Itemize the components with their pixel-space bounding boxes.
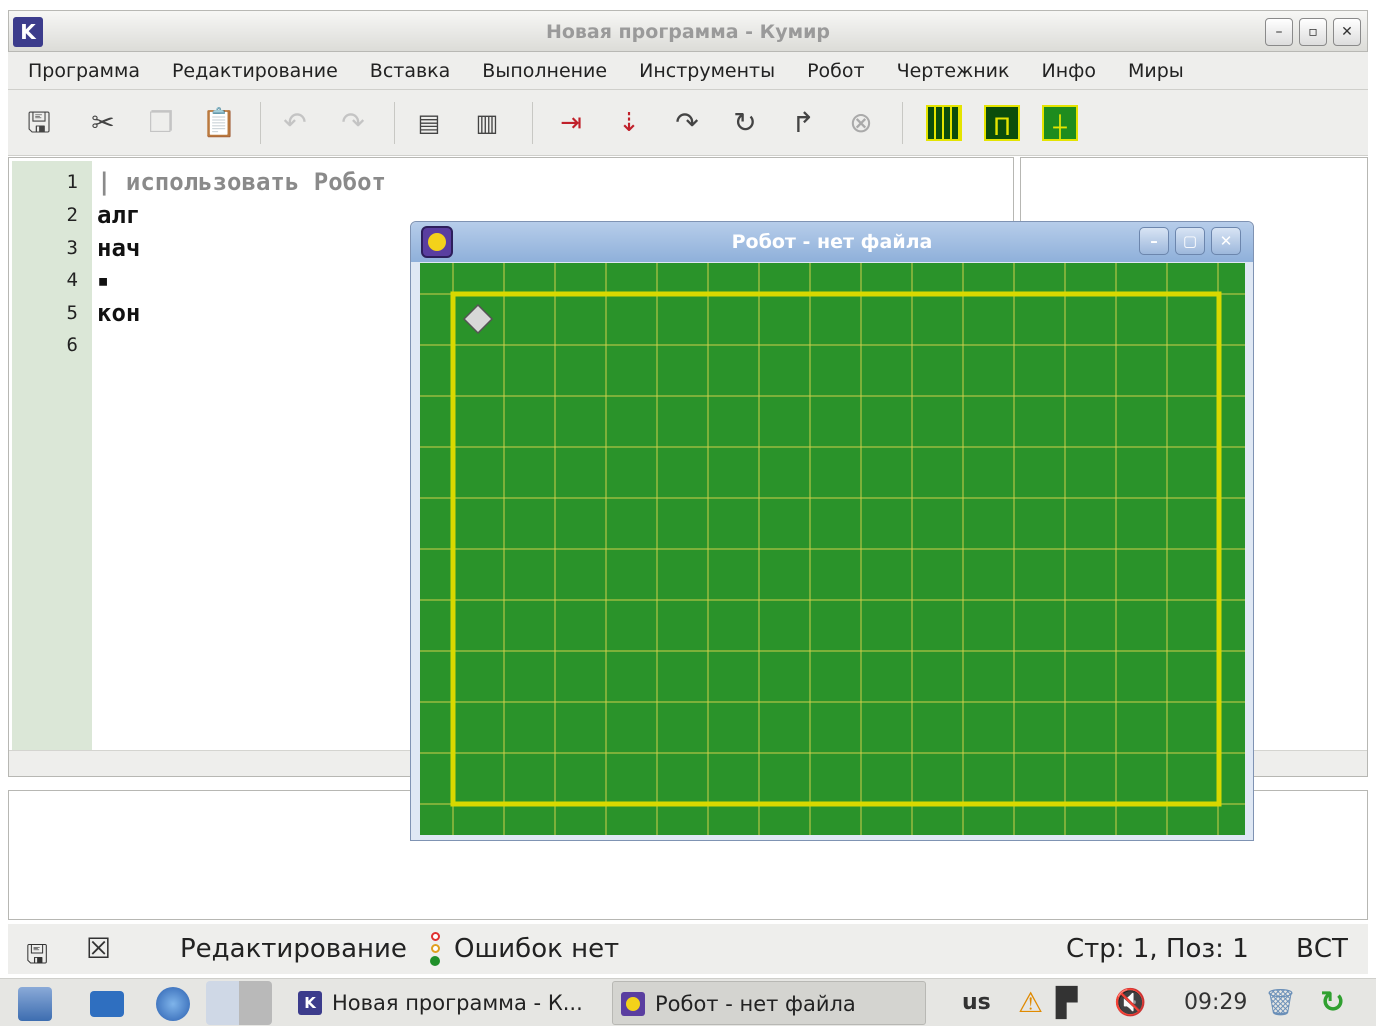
code-line[interactable]: ▪ (97, 268, 109, 292)
step-icon[interactable]: ⇣ (610, 104, 648, 142)
line-number: 2 (66, 204, 78, 226)
robot-close-button[interactable]: ✕ (1211, 227, 1241, 255)
line-number: 3 (66, 237, 78, 259)
task-kumir[interactable]: K Новая программа - К... (290, 981, 608, 1025)
uncomment-icon[interactable]: ▥ (468, 104, 506, 142)
stop-icon[interactable]: ⊗ (842, 104, 880, 142)
workspace-switcher[interactable] (206, 981, 272, 1025)
close-tab-icon[interactable]: ☒ (86, 932, 111, 965)
traffic-light-icon (428, 930, 442, 970)
save-icon[interactable]: 🖫 (20, 104, 58, 142)
undo-icon[interactable]: ↶ (276, 104, 314, 142)
status-insert-mode: ВСТ (1296, 934, 1348, 964)
draw-field-icon[interactable]: ┼ (1042, 105, 1078, 141)
status-bar: 🖫 ☒ Редактирование Ошибок нет Стр: 1, По… (8, 924, 1368, 974)
robot-field[interactable] (420, 263, 1245, 835)
volume-muted-icon[interactable]: 🔇 (1114, 983, 1146, 1023)
line-number: 6 (66, 334, 78, 356)
warning-icon[interactable]: ⚠ (1018, 983, 1043, 1023)
toolbar: 🖫 ✂ ❐ 📋 ↶ ↷ ▤ ▥ ⇥ ⇣ ↷ ↻ ↱ ⊗ Π ┼ (8, 90, 1368, 156)
line-number: 5 (66, 302, 78, 324)
step-out-icon[interactable]: ↱ (784, 104, 822, 142)
window-title: Новая программа - Кумир (545, 21, 831, 43)
robot-task-icon (621, 992, 645, 1016)
menu-tools[interactable]: Инструменты (623, 52, 791, 90)
trash-icon[interactable]: 🗑 (1264, 983, 1297, 1023)
step-over-icon[interactable]: ↻ (726, 104, 764, 142)
menu-insert[interactable]: Вставка (354, 52, 467, 90)
close-button[interactable]: ✕ (1333, 18, 1361, 46)
start-menu-icon[interactable] (18, 987, 52, 1021)
clock[interactable]: 09:29 (1184, 983, 1247, 1023)
keyboard-layout[interactable]: us (962, 983, 991, 1023)
save-status-icon[interactable]: 🖫 (26, 936, 48, 980)
menu-program[interactable]: Программа (8, 52, 156, 90)
code-line[interactable]: алг (97, 201, 140, 229)
robot-titlebar[interactable]: Робот - нет файла – ▢ ✕ (411, 222, 1253, 262)
status-position: Стр: 1, Поз: 1 (1066, 934, 1249, 964)
robot-maximize-button[interactable]: ▢ (1175, 227, 1205, 255)
taskbar: K Новая программа - К... Робот - нет фай… (0, 978, 1376, 1026)
redo-icon[interactable]: ↷ (334, 104, 372, 142)
robot-control-icon[interactable]: Π (984, 105, 1020, 141)
copy-icon[interactable]: ❐ (142, 104, 180, 142)
robot-window[interactable]: Робот - нет файла – ▢ ✕ (410, 221, 1254, 841)
line-number: 1 (66, 171, 78, 193)
main-titlebar[interactable]: K Новая программа - Кумир – ▫ ✕ (8, 10, 1368, 52)
logout-icon[interactable]: ↻ (1320, 983, 1345, 1023)
status-errors: Ошибок нет (454, 934, 620, 964)
kumir-task-icon: K (298, 991, 322, 1015)
browser-icon[interactable] (156, 987, 190, 1021)
code-line[interactable]: кон (97, 299, 140, 327)
minimize-button[interactable]: – (1265, 18, 1293, 46)
maximize-button[interactable]: ▫ (1299, 18, 1327, 46)
robot-minimize-button[interactable]: – (1139, 227, 1169, 255)
menu-info[interactable]: Инфо (1025, 52, 1112, 90)
menu-worlds[interactable]: Миры (1112, 52, 1200, 90)
network-icon[interactable]: ▛ (1056, 983, 1078, 1023)
line-number-gutter: 1 2 3 4 5 6 (12, 161, 92, 751)
comment-icon[interactable]: ▤ (410, 104, 448, 142)
code-line[interactable]: | использовать Робот (97, 168, 386, 196)
task-robot[interactable]: Робот - нет файла (612, 981, 926, 1025)
show-desktop-icon[interactable] (90, 991, 124, 1017)
task-label: Робот - нет файла (655, 992, 856, 1016)
step-into-icon[interactable]: ↷ (668, 104, 706, 142)
robot-window-title: Робот - нет файла (731, 231, 933, 253)
menu-bar: Программа Редактирование Вставка Выполне… (8, 52, 1368, 90)
line-number: 4 (66, 269, 78, 291)
code-line[interactable]: нач (97, 234, 140, 262)
menu-run[interactable]: Выполнение (466, 52, 623, 90)
task-label: Новая программа - К... (332, 991, 583, 1015)
cut-icon[interactable]: ✂ (84, 104, 122, 142)
status-mode: Редактирование (180, 934, 407, 964)
robot-field-icon[interactable] (926, 105, 962, 141)
paste-icon[interactable]: 📋 (200, 104, 238, 142)
run-icon[interactable]: ⇥ (552, 104, 590, 142)
menu-drawer[interactable]: Чертежник (881, 52, 1026, 90)
menu-edit[interactable]: Редактирование (156, 52, 354, 90)
menu-robot[interactable]: Робот (791, 52, 881, 90)
